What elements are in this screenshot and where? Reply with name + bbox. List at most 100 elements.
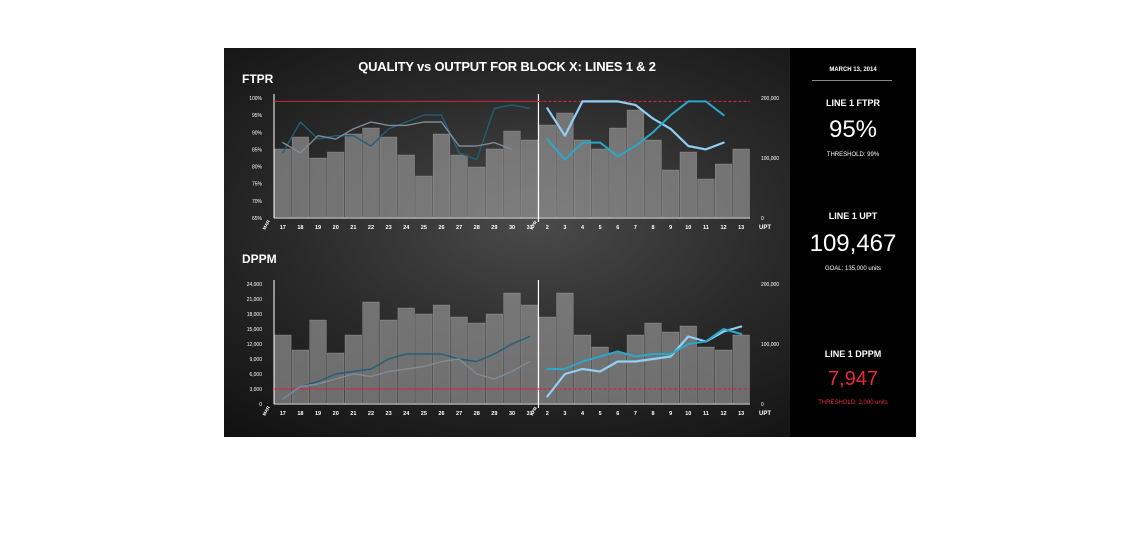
output-bar (714, 163, 733, 219)
left-tick-label: 90% (252, 130, 263, 136)
x-tick-label: 10 (685, 411, 691, 417)
x-tick-label: 18 (297, 225, 303, 231)
month-marker: MAR (262, 404, 272, 416)
x-tick-label: 5 (599, 411, 602, 417)
x-tick-label: 6 (616, 225, 619, 231)
output-bar (309, 157, 327, 219)
right-tick-label: 200,000 (761, 96, 779, 102)
x-tick-label: 3 (563, 411, 566, 417)
page-title: QUALITY vs OUTPUT FOR BLOCK X: LINES 1 &… (358, 59, 656, 74)
output-bar (309, 319, 327, 405)
x-tick-label: 2 (546, 411, 549, 417)
output-bar (274, 148, 292, 219)
x-tick-label: 26 (438, 411, 444, 417)
x-tick-label: 21 (350, 411, 356, 417)
output-bar (697, 346, 715, 405)
x-tick-label: 6 (616, 411, 619, 417)
left-tick-label: 65% (252, 216, 263, 222)
x-tick-label: 18 (297, 411, 303, 417)
output-bar (521, 139, 539, 219)
right-tick-label: 100,000 (761, 156, 779, 162)
left-tick-label: 3,000 (249, 387, 262, 393)
x-tick-label: 29 (491, 225, 497, 231)
x-tick-label: 30 (509, 225, 515, 231)
left-tick-label: 24,000 (247, 282, 263, 288)
x-tick-label: 25 (421, 411, 427, 417)
output-bar (662, 331, 680, 405)
left-tick-label: 15,000 (247, 327, 263, 333)
output-bar (485, 148, 503, 219)
output-bar (274, 334, 292, 405)
output-bar (503, 292, 521, 405)
x-tick-label: 28 (474, 225, 480, 231)
x-tick-label: 5 (599, 225, 602, 231)
ftpr-chart: 100% 95% 90% 85% 80% 75% 70% 65% 200,000 100,000 0… (249, 94, 779, 231)
month-marker: APR (529, 405, 538, 416)
kpi-dppm-label: LINE 1 DPPM (824, 349, 882, 359)
x-tick-label: 8 (652, 225, 655, 231)
kpi-upt-label: LINE 1 UPT (828, 211, 878, 221)
output-bar (732, 334, 750, 405)
left-tick-label: 21,000 (247, 297, 263, 303)
right-tick-label: 0 (761, 216, 764, 222)
output-bar (468, 166, 486, 219)
output-bar (415, 175, 433, 219)
x-tick-label: 13 (738, 411, 744, 417)
left-tick-label: 70% (252, 199, 263, 205)
x-tick-label: 3 (563, 225, 566, 231)
report-date: MARCH 13, 2014 (829, 67, 877, 73)
x-tick-label: 9 (669, 411, 672, 417)
kpi-ftpr-value: 95% (828, 116, 878, 143)
x-tick-label: 4 (581, 225, 585, 231)
left-tick-label: 85% (252, 147, 263, 153)
output-bar (538, 316, 556, 405)
output-bar (556, 292, 574, 405)
x-tick-label: 17 (280, 411, 286, 417)
output-bar (697, 178, 715, 219)
right-axis-label: UPT (759, 411, 771, 417)
x-tick-label: 19 (315, 225, 321, 231)
x-tick-label: 24 (403, 411, 410, 417)
left-tick-label: 0 (259, 402, 262, 408)
x-tick-label: 26 (438, 225, 444, 231)
output-bar (679, 151, 697, 219)
output-bar (450, 154, 468, 219)
output-bar (468, 322, 486, 405)
output-bar (485, 313, 503, 405)
x-tick-label: 7 (634, 225, 637, 231)
x-tick-label: 7 (634, 411, 637, 417)
x-tick-label: 29 (491, 411, 497, 417)
output-bar (291, 349, 310, 405)
x-tick-label: 12 (720, 225, 726, 231)
left-tick-label: 12,000 (247, 342, 263, 348)
output-bar (662, 169, 680, 219)
output-bar (732, 148, 750, 219)
right-tick-label: 0 (761, 402, 764, 408)
output-bar (591, 148, 609, 219)
kpi-upt-value: 109,467 (809, 230, 897, 257)
output-bar (344, 133, 362, 219)
x-tick-label: 20 (333, 411, 339, 417)
kpi-sidebar: MARCH 13, 2014 LINE 1 FTPR 95% THRESHOLD… (790, 48, 916, 437)
x-tick-label: 19 (315, 411, 321, 417)
x-tick-label: 22 (368, 225, 374, 231)
kpi-upt-note: GOAL: 135,000 units (824, 266, 882, 272)
output-bar (626, 109, 644, 219)
left-tick-label: 95% (252, 113, 263, 119)
output-bar (556, 112, 574, 219)
left-tick-label: 6,000 (249, 372, 262, 378)
output-bar (432, 133, 451, 219)
x-tick-label: 21 (350, 225, 356, 231)
x-tick-label: 4 (581, 411, 585, 417)
left-tick-label: 100% (249, 96, 262, 102)
x-tick-label: 2 (546, 225, 549, 231)
output-bar (714, 349, 733, 405)
left-tick-label: 18,000 (247, 312, 263, 318)
month-marker: APR (529, 219, 538, 230)
x-tick-label: 22 (368, 411, 374, 417)
left-tick-label: 80% (252, 165, 263, 171)
x-tick-label: 13 (738, 225, 744, 231)
x-tick-label: 27 (456, 411, 462, 417)
right-tick-label: 100,000 (761, 342, 779, 348)
x-tick-label: 12 (720, 411, 726, 417)
